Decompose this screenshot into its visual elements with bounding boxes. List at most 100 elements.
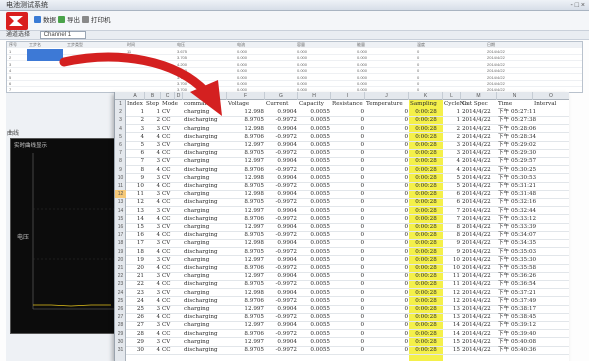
sheet-cell-current[interactable]: -0.9972: [266, 182, 297, 190]
sheet-cell-sampling[interactable]: 0:00:28: [410, 346, 442, 354]
sheet-cell-date[interactable]: 2014/4/22: [462, 338, 498, 346]
sheet-cell-index[interactable]: 8: [127, 166, 144, 174]
sheet-cell-command[interactable]: charging: [184, 125, 226, 133]
sheet-cell-date[interactable]: 2014/4/22: [462, 174, 498, 182]
sheet-cell-command[interactable]: charging: [184, 141, 226, 149]
sheet-cell-cycle[interactable]: 2: [444, 125, 460, 133]
sheet-cell-mode[interactable]: CC: [162, 166, 174, 174]
column-letter-m[interactable]: M: [461, 92, 497, 100]
sheet-cell-temperature[interactable]: 0: [366, 223, 408, 231]
sheet-cell-temperature[interactable]: 0: [366, 305, 408, 313]
sheet-cell-capacity[interactable]: 0.0055: [299, 330, 330, 338]
sheet-cell-date[interactable]: 2014/4/22: [462, 346, 498, 354]
sheet-cell-date[interactable]: 2014/4/22: [462, 305, 498, 313]
sheet-cell-index[interactable]: 19: [127, 256, 144, 264]
sheet-cell-date[interactable]: 2014/4/22: [462, 256, 498, 264]
sheet-cell-date[interactable]: 2014/4/22: [462, 125, 498, 133]
sheet-cell-time[interactable]: 下午 05:32:16: [498, 198, 558, 206]
sheet-cell-capacity[interactable]: 0.0055: [299, 108, 330, 116]
upper-grid-header-cell[interactable]: 工步名: [29, 42, 41, 48]
sheet-cell-time[interactable]: 下午 05:31:48: [498, 190, 558, 198]
sheet-cell-resistance[interactable]: 0: [332, 313, 364, 321]
row-number[interactable]: 31: [115, 346, 126, 354]
sheet-cell-command[interactable]: charging: [184, 272, 226, 280]
sheet-cell-command[interactable]: charging: [184, 157, 226, 165]
row-number[interactable]: 23: [115, 280, 126, 288]
sheet-cell-index[interactable]: 10: [127, 182, 144, 190]
sheet-cell-step[interactable]: 4: [146, 133, 160, 141]
sheet-cell-mode[interactable]: CC: [162, 297, 174, 305]
sheet-cell-mode[interactable]: CV: [162, 108, 174, 116]
row-number[interactable]: 14: [115, 207, 126, 215]
sheet-cell-command[interactable]: discharging: [184, 313, 226, 321]
sheet-cell-step[interactable]: 4: [146, 264, 160, 272]
sheet-cell-resistance[interactable]: 0: [332, 116, 364, 124]
sheet-cell-cycle[interactable]: 13: [444, 313, 460, 321]
sheet-cell-date[interactable]: 2014/4/22: [462, 215, 498, 223]
sheet-cell-current[interactable]: 0.9904: [266, 207, 297, 215]
sheet-cell-step[interactable]: 3: [146, 289, 160, 297]
sheet-cell-temperature[interactable]: 0: [366, 280, 408, 288]
row-number[interactable]: 5: [115, 133, 126, 141]
sheet-cell-step[interactable]: 3: [146, 207, 160, 215]
sheet-cell-capacity[interactable]: 0.0055: [299, 239, 330, 247]
channel-data-grid[interactable]: 序号 工步名 工步类型 时间 电压 电流 容量 能量 温度 日期 1 11 3.675 0.000 0.00…: [6, 41, 583, 93]
sheet-cell-time[interactable]: 下午 05:27:38: [498, 116, 558, 124]
sheet-cell-resistance[interactable]: 0: [332, 338, 364, 346]
sheet-cell-cycle[interactable]: 11: [444, 280, 460, 288]
sheet-cell-date[interactable]: 2014/4/22: [462, 330, 498, 338]
row-number[interactable]: 28: [115, 321, 126, 329]
sheet-cell-date[interactable]: 2014/4/22: [462, 207, 498, 215]
sheet-cell-index[interactable]: 17: [127, 239, 144, 247]
sheet-cell-temperature[interactable]: 0: [366, 108, 408, 116]
sheet-cell-voltage[interactable]: 8.9706: [228, 330, 264, 338]
sheet-cell-temperature[interactable]: 0: [366, 231, 408, 239]
sheet-cell-resistance[interactable]: 0: [332, 198, 364, 206]
sheet-cell-date[interactable]: 2014/4/22: [462, 190, 498, 198]
sheet-cell-cycle[interactable]: 7: [444, 215, 460, 223]
sheet-cell-command[interactable]: charging: [184, 289, 226, 297]
sheet-cell-sampling[interactable]: 0:00:28: [410, 330, 442, 338]
sheet-cell-capacity[interactable]: 0.0055: [299, 297, 330, 305]
sheet-cell-sampling[interactable]: 0:00:28: [410, 280, 442, 288]
row-number[interactable]: 11: [115, 182, 126, 190]
sheet-cell-capacity[interactable]: 0.0055: [299, 264, 330, 272]
sheet-cell-current[interactable]: 0.9904: [266, 223, 297, 231]
upper-grid-header-cell[interactable]: 容量: [297, 42, 305, 48]
sheet-cell-current[interactable]: 0.9904: [266, 157, 297, 165]
row-number[interactable]: 3: [115, 116, 126, 124]
sheet-cell-temperature[interactable]: 0: [366, 297, 408, 305]
sheet-cell-time[interactable]: 下午 05:38:17: [498, 305, 558, 313]
sheet-cell-sampling[interactable]: 0:00:28: [410, 305, 442, 313]
sheet-cell-temperature[interactable]: 0: [366, 141, 408, 149]
sheet-cell-temperature[interactable]: 0: [366, 313, 408, 321]
row-number[interactable]: 2: [115, 108, 126, 116]
sheet-cell-command[interactable]: discharging: [184, 198, 226, 206]
sheet-cell-sampling[interactable]: 0:00:28: [410, 297, 442, 305]
sheet-cell-mode[interactable]: CV: [162, 272, 174, 280]
sheet-cell-mode[interactable]: CV: [162, 223, 174, 231]
sheet-cell-command[interactable]: discharging: [184, 330, 226, 338]
sheet-cell-command[interactable]: charging: [184, 239, 226, 247]
row-number[interactable]: 25: [115, 297, 126, 305]
sheet-cell-cycle[interactable]: 6: [444, 198, 460, 206]
sheet-cell-mode[interactable]: CC: [162, 198, 174, 206]
upper-grid-row[interactable]: 6 3.700 0.000 0.000 0.000 0 2014/4/22: [7, 81, 582, 87]
sheet-cell-current[interactable]: -0.9972: [266, 330, 297, 338]
toolbar-data-button[interactable]: 数据: [34, 15, 56, 26]
sheet-cell-step[interactable]: 3: [146, 239, 160, 247]
sheet-cell-voltage[interactable]: 8.9705: [228, 280, 264, 288]
sheet-cell-cycle[interactable]: 4: [444, 157, 460, 165]
sheet-cell-sampling[interactable]: 0:00:28: [410, 215, 442, 223]
sheet-cell-sampling[interactable]: 0:00:28: [410, 248, 442, 256]
sheet-cell-index[interactable]: 3: [127, 125, 144, 133]
sheet-cell-mode[interactable]: CC: [162, 149, 174, 157]
sheet-cell-mode[interactable]: CC: [162, 116, 174, 124]
sheet-cell-step[interactable]: 4: [146, 215, 160, 223]
sheet-cell-date[interactable]: 2014/4/22: [462, 141, 498, 149]
column-letter-j[interactable]: J: [365, 92, 409, 100]
sheet-cell-command[interactable]: discharging: [184, 280, 226, 288]
sheet-cell-step[interactable]: 4: [146, 346, 160, 354]
sheet-cell-temperature[interactable]: 0: [366, 289, 408, 297]
sheet-cell-capacity[interactable]: 0.0055: [299, 305, 330, 313]
